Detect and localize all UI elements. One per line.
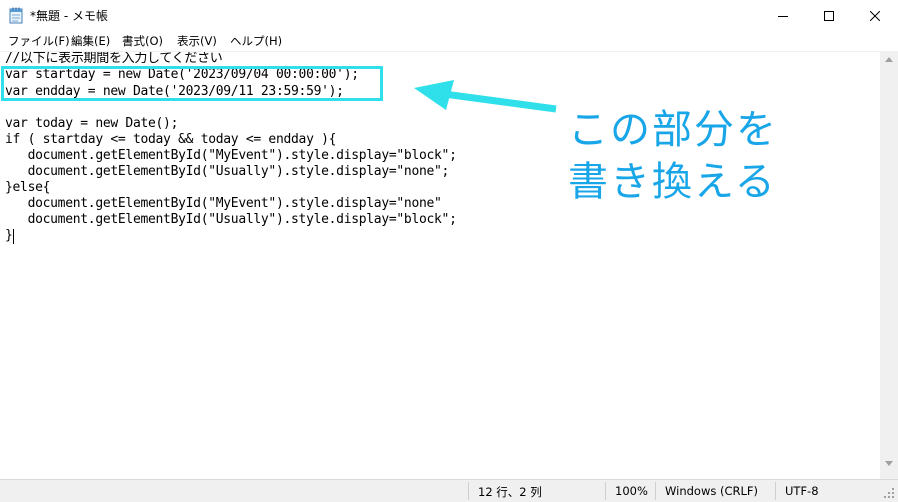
menu-edit[interactable]: 編集(E) — [69, 33, 112, 49]
minimize-icon — [778, 15, 788, 17]
code-line: document.getElementById("MyEvent").style… — [5, 196, 442, 211]
annotation-line-1: この部分を — [568, 107, 778, 153]
text-caret — [13, 229, 14, 244]
menu-bar: ファイル(F) 編集(E) 書式(O) 表示(V) ヘルプ(H) — [0, 31, 898, 50]
title-bar: *無題 - メモ帳 — [0, 0, 898, 31]
scroll-down-icon[interactable] — [885, 461, 893, 466]
menu-file[interactable]: ファイル(F) — [6, 33, 72, 49]
vertical-scrollbar[interactable] — [880, 51, 898, 479]
notepad-icon — [9, 7, 23, 24]
menu-help[interactable]: ヘルプ(H) — [228, 33, 284, 49]
code-line: if ( startday <= today && today <= endda… — [5, 132, 337, 147]
code-line: document.getElementById("MyEvent").style… — [5, 148, 457, 163]
status-divider — [605, 482, 606, 500]
close-icon — [870, 10, 880, 21]
annotation-label: この部分を 書き換える — [568, 104, 778, 208]
scroll-up-icon[interactable] — [885, 57, 893, 62]
status-bar: 12 行、2 列 100% Windows (CRLF) UTF-8 — [0, 479, 898, 502]
status-divider — [775, 482, 776, 500]
maximize-button[interactable] — [806, 0, 852, 31]
line-ending: Windows (CRLF) — [665, 484, 759, 498]
encoding: UTF-8 — [785, 484, 819, 498]
code-line: }else{ — [5, 180, 51, 195]
close-button[interactable] — [852, 0, 898, 31]
resize-grip-icon[interactable] — [884, 488, 895, 499]
code-line: //以下に表示期間を入力してください — [5, 51, 223, 66]
code-line: var today = new Date(); — [5, 116, 179, 131]
maximize-icon — [824, 10, 834, 21]
annotation-line-2: 書き換える — [568, 159, 777, 205]
arrow-icon — [414, 80, 557, 113]
code-line: document.getElementById("Usually").style… — [5, 164, 450, 179]
zoom-level: 100% — [615, 484, 648, 498]
highlight-box — [1, 66, 383, 101]
status-divider — [468, 482, 469, 500]
cursor-position: 12 行、2 列 — [478, 485, 542, 499]
minimize-button[interactable] — [760, 0, 806, 31]
code-line: document.getElementById("Usually").style… — [5, 212, 457, 227]
status-divider — [655, 482, 656, 500]
window-title: *無題 - メモ帳 — [30, 9, 108, 23]
code-line: } — [5, 228, 13, 243]
menu-view[interactable]: 表示(V) — [175, 33, 219, 49]
menu-format[interactable]: 書式(O) — [120, 33, 165, 49]
